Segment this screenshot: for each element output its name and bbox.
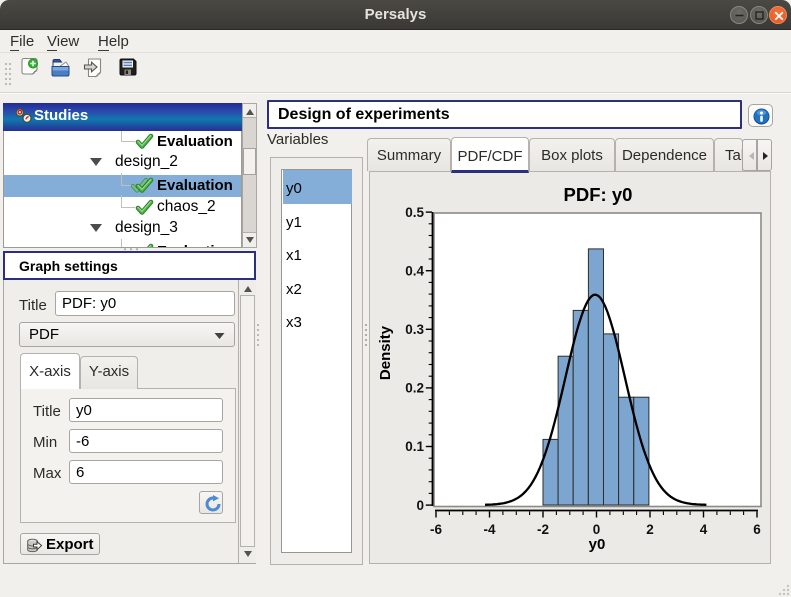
svg-text:PDF: y0: PDF: y0 [564,184,633,205]
svg-text:-4: -4 [483,522,495,537]
svg-text:0.2: 0.2 [405,381,424,396]
svg-text:0.1: 0.1 [405,439,424,454]
svg-text:0.5: 0.5 [405,205,424,220]
svg-text:0.3: 0.3 [405,322,424,337]
svg-text:2: 2 [646,522,654,537]
svg-text:y0: y0 [589,536,606,553]
svg-text:6: 6 [753,522,761,537]
svg-text:0: 0 [416,498,424,513]
svg-text:-6: -6 [430,522,442,537]
svg-text:0: 0 [593,522,601,537]
svg-text:-2: -2 [537,522,549,537]
svg-text:Density: Density [377,325,394,380]
svg-text:0.4: 0.4 [405,263,424,278]
svg-text:4: 4 [700,522,708,537]
